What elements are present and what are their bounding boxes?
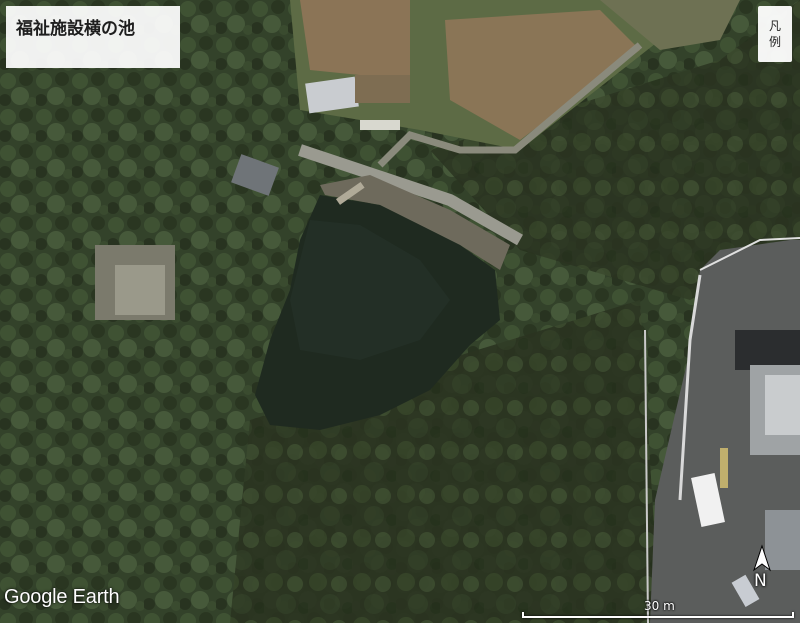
facility-roof-dark (735, 330, 800, 370)
legend-button-label-2: 例 (768, 35, 781, 49)
shed-roof-white (360, 120, 400, 130)
google-earth-attribution: Google Earth (4, 586, 120, 608)
scale-bar: 30 m (522, 599, 798, 620)
shed-building (355, 75, 410, 103)
ruined-building-roof (115, 265, 165, 315)
north-arrow-icon: N (748, 544, 776, 596)
scale-bar-label: 30 m (644, 599, 675, 613)
field-bare-soil (300, 0, 410, 80)
parking-marking (720, 448, 728, 488)
satellite-map[interactable] (0, 0, 800, 623)
north-label: N (754, 571, 767, 591)
facility-roof-light (765, 375, 800, 435)
map-title: 福祉施設横の池 (6, 6, 180, 68)
legend-button-label-1: 凡 (768, 19, 781, 33)
legend-button[interactable]: 凡 例 (758, 6, 792, 62)
